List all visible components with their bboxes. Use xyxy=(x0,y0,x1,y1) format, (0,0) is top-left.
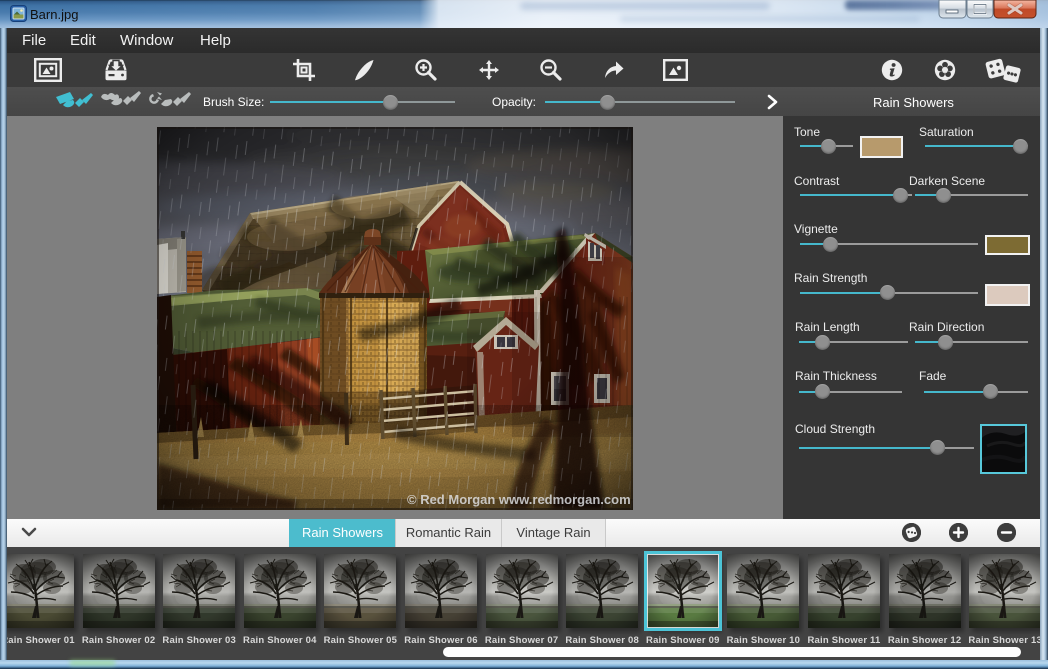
svg-text:© Red Morgan www.redmorgan.co: © Red Morgan www.redmorgan.com xyxy=(407,492,631,507)
